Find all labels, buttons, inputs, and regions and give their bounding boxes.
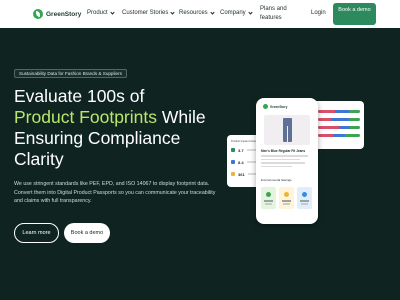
co2-icon xyxy=(266,192,271,197)
nav-item-label: Customer Stories xyxy=(122,10,169,16)
product-image xyxy=(264,115,310,145)
phone-brand-name: GreenStory xyxy=(270,104,288,109)
hero-description: We use stringent standards like PEF, EPD… xyxy=(14,181,216,205)
learn-more-button[interactable]: Learn more xyxy=(14,223,59,243)
hero-badge: Sustainability Data for Fashion Brands &… xyxy=(14,69,127,78)
energy-icon xyxy=(284,192,289,197)
impact-value: 361 xyxy=(238,171,245,177)
headline-line-2-rest: While xyxy=(156,107,206,127)
product-details xyxy=(261,155,313,169)
login-link[interactable]: Login xyxy=(311,10,326,16)
savings-tile xyxy=(261,187,276,209)
nav-item-customer-stories[interactable]: Customer Stories xyxy=(122,9,175,16)
savings-tile xyxy=(279,187,294,209)
environmental-savings-label: Environmental Savings xyxy=(261,178,292,182)
placeholder-line xyxy=(261,155,308,157)
headline-accent: Product Footprints xyxy=(14,107,157,127)
stacked-bar xyxy=(318,110,360,113)
headline-line-1: Evaluate 100s of xyxy=(14,86,145,106)
nav-item-plans[interactable]: Plans and features xyxy=(260,5,300,23)
chevron-down-icon xyxy=(110,9,115,15)
product-title: Men's Blue Regular Fit Jeans xyxy=(261,149,306,153)
hero-headline: Evaluate 100s of Product Footprints Whil… xyxy=(14,86,224,170)
stacked-bar xyxy=(318,134,360,137)
nav-item-resources[interactable]: Resources xyxy=(179,9,215,16)
phone-mockup: GreenStory Men's Blue Regular Fit Jeans … xyxy=(256,98,318,224)
nav-item-product[interactable]: Product xyxy=(87,9,115,16)
nav-item-label: Resources xyxy=(179,10,208,16)
metric-icon xyxy=(231,172,235,176)
book-demo-nav-button[interactable]: Book a demo xyxy=(333,3,376,25)
nav-item-label: Product xyxy=(87,10,108,16)
stacked-bar xyxy=(318,126,360,129)
leaf-logo-icon xyxy=(33,9,43,19)
brand-name: GreenStory xyxy=(46,10,82,18)
jeans-icon xyxy=(283,118,292,142)
brand-logo[interactable]: GreenStory xyxy=(33,8,81,20)
placeholder-line xyxy=(261,158,300,160)
placeholder-line xyxy=(261,165,293,167)
water-drop-icon xyxy=(302,192,307,197)
headline-line-3: Ensuring Compliance xyxy=(14,128,181,148)
top-nav: GreenStory Product Customer Stories Reso… xyxy=(0,0,400,28)
chevron-down-icon xyxy=(248,9,253,15)
headline-line-4: Clarity xyxy=(14,149,64,169)
phone-brand-logo: GreenStory xyxy=(261,104,287,109)
nav-item-company[interactable]: Company xyxy=(220,9,253,16)
leaf-logo-icon xyxy=(263,104,268,109)
nav-item-label: Company xyxy=(220,10,246,16)
metric-icon xyxy=(231,160,235,164)
chevron-down-icon xyxy=(210,9,215,15)
headline-line-2: Product Footprints While xyxy=(14,107,224,128)
impact-value: 3.7 xyxy=(238,147,244,153)
book-demo-button[interactable]: Book a demo xyxy=(64,223,110,243)
stacked-bar xyxy=(318,118,360,121)
chevron-down-icon xyxy=(170,9,175,15)
savings-tile xyxy=(297,187,312,209)
placeholder-line xyxy=(261,162,306,164)
impact-value: 8.4 xyxy=(238,159,244,165)
metric-icon xyxy=(231,148,235,152)
